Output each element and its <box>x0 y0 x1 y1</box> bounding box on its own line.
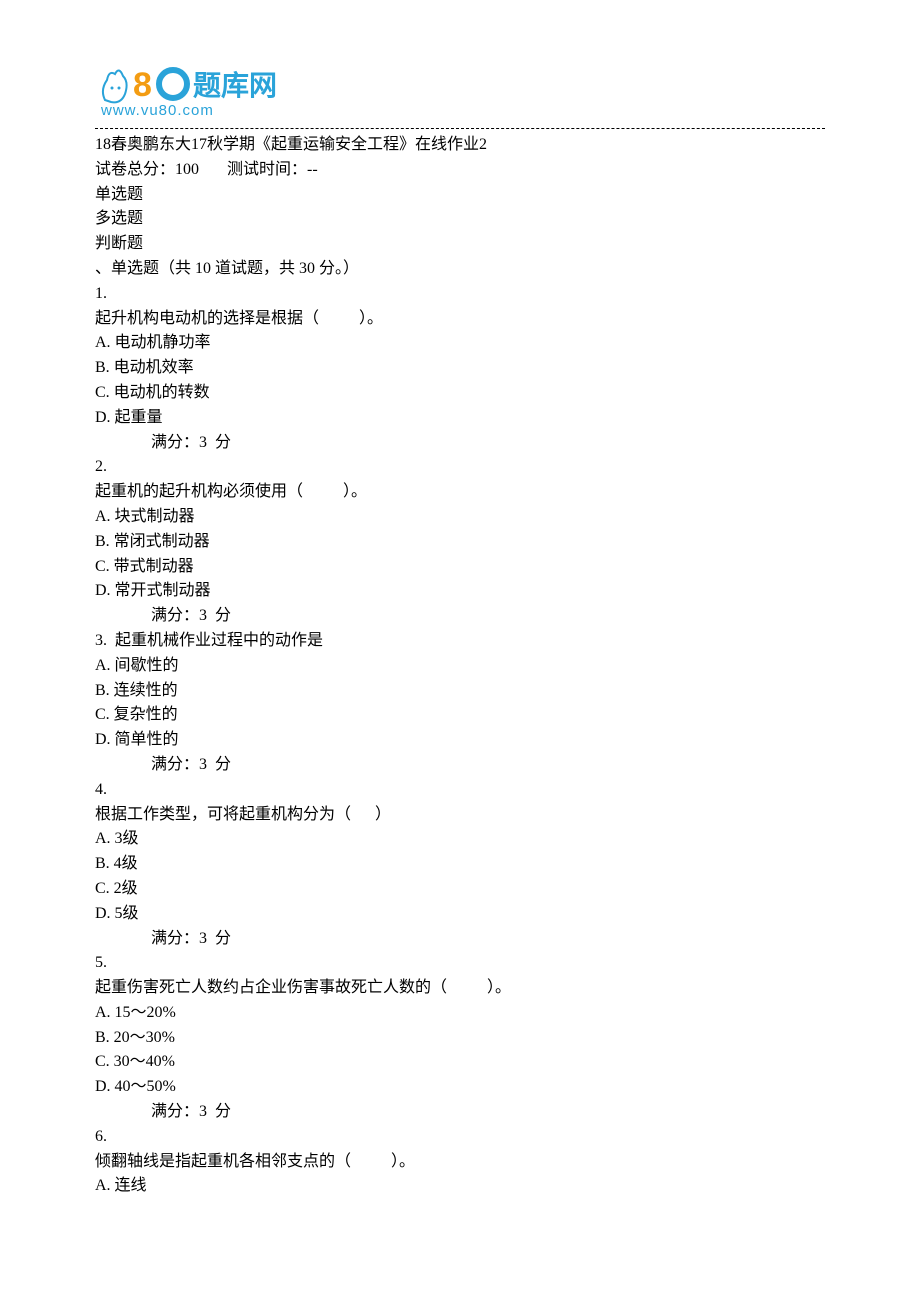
q5-stem: 起重伤害死亡人数约占企业伤害事故死亡人数的（ ）。 <box>95 976 825 1001</box>
header-divider <box>95 128 825 129</box>
q3-option-b: B. 连续性的 <box>95 679 825 704</box>
q1-stem: 起升机构电动机的选择是根据（ ）。 <box>95 307 825 332</box>
q3-score: 满分：3 分 <box>95 753 825 778</box>
q4-option-a: A. 3级 <box>95 827 825 852</box>
section-heading-single: 、单选题（共 10 道试题，共 30 分。） <box>95 257 825 282</box>
logo-url: www.vu80.com <box>100 102 214 119</box>
q2-option-a: A. 块式制动器 <box>95 505 825 530</box>
q6-number: 6. <box>95 1125 825 1150</box>
logo-text: 题库网 <box>193 70 277 101</box>
exam-title: 18春奥鹏东大17秋学期《起重运输安全工程》在线作业2 <box>95 133 825 158</box>
q6-option-a: A. 连线 <box>95 1174 825 1199</box>
q1-number: 1. <box>95 282 825 307</box>
logo-icon: 8 题库网 www.vu80.com <box>95 60 330 120</box>
q4-option-b: B. 4级 <box>95 852 825 877</box>
total-score-value: 100 <box>175 161 199 178</box>
q2-option-d: D. 常开式制动器 <box>95 579 825 604</box>
site-logo: 8 题库网 www.vu80.com <box>95 60 825 120</box>
q1-option-b: B. 电动机效率 <box>95 356 825 381</box>
section-name-judge: 判断题 <box>95 232 825 257</box>
q2-score: 满分：3 分 <box>95 604 825 629</box>
q2-number: 2. <box>95 455 825 480</box>
q4-score: 满分：3 分 <box>95 927 825 952</box>
q5-option-a: A. 15～20% <box>95 1001 825 1026</box>
q1-option-c: C. 电动机的转数 <box>95 381 825 406</box>
q5-option-c: C. 30～40% <box>95 1050 825 1075</box>
q1-score: 满分：3 分 <box>95 431 825 456</box>
document-page: 8 题库网 www.vu80.com 18春奥鹏东大17秋学期《起重运输安全工程… <box>0 0 920 1239</box>
q3-number-stem: 3. 起重机械作业过程中的动作是 <box>95 629 825 654</box>
q2-option-c: C. 带式制动器 <box>95 555 825 580</box>
q5-score: 满分：3 分 <box>95 1100 825 1125</box>
total-score-label: 试卷总分： <box>95 161 175 178</box>
q3-option-d: D. 简单性的 <box>95 728 825 753</box>
document-body: 18春奥鹏东大17秋学期《起重运输安全工程》在线作业2 试卷总分：100 测试时… <box>95 133 825 1199</box>
q3-option-c: C. 复杂性的 <box>95 703 825 728</box>
section-name-single: 单选题 <box>95 183 825 208</box>
q1-option-a: A. 电动机静功率 <box>95 331 825 356</box>
q1-option-d: D. 起重量 <box>95 406 825 431</box>
section-name-multi: 多选题 <box>95 207 825 232</box>
svg-text:8: 8 <box>133 66 152 104</box>
q2-option-b: B. 常闭式制动器 <box>95 530 825 555</box>
test-time-label: 测试时间： <box>227 161 307 178</box>
q4-option-c: C. 2级 <box>95 877 825 902</box>
q4-number: 4. <box>95 778 825 803</box>
q6-stem: 倾翻轴线是指起重机各相邻支点的（ ）。 <box>95 1150 825 1175</box>
test-time-value: -- <box>307 161 318 178</box>
q5-number: 5. <box>95 951 825 976</box>
exam-meta: 试卷总分：100 测试时间：-- <box>95 158 825 183</box>
q2-stem: 起重机的起升机构必须使用（ ）。 <box>95 480 825 505</box>
q5-option-b: B. 20～30% <box>95 1026 825 1051</box>
q4-stem: 根据工作类型，可将起重机构分为（ ） <box>95 803 825 828</box>
q4-option-d: D. 5级 <box>95 902 825 927</box>
q5-option-d: D. 40～50% <box>95 1075 825 1100</box>
q3-option-a: A. 间歇性的 <box>95 654 825 679</box>
